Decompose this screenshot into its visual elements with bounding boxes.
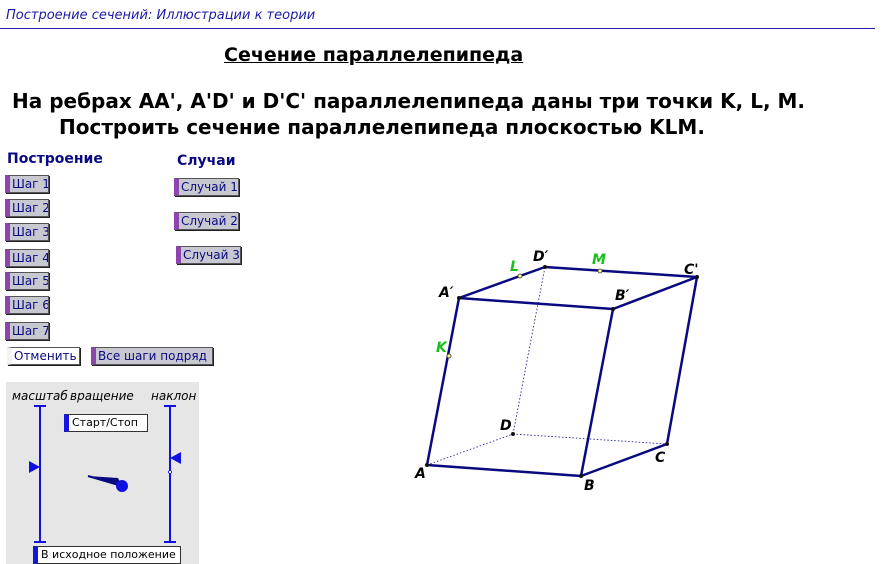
rotation-dial[interactable] xyxy=(87,475,128,492)
rotation-handle[interactable] xyxy=(116,480,128,492)
vertex-label-c1: C' xyxy=(684,262,699,278)
point-m xyxy=(597,268,603,274)
vertex-label-c: C xyxy=(655,450,666,466)
vertex-label-d1: D′ xyxy=(533,249,549,265)
vertex-label-a1: A′ xyxy=(438,285,454,301)
scale-slider-handle[interactable] xyxy=(29,461,40,473)
vertex-label-d: D xyxy=(500,418,512,434)
point-label-k: K xyxy=(436,340,448,356)
parallelepiped-edges xyxy=(425,265,699,478)
tilt-slider-handle[interactable] xyxy=(170,452,181,464)
vertex-label-a: A xyxy=(414,466,426,482)
tilt-slider[interactable] xyxy=(164,405,181,543)
drawing-layer: A B C D A′ B′ C' D′ K L M xyxy=(29,249,699,543)
section-points xyxy=(446,268,603,359)
point-label-l: L xyxy=(510,259,519,275)
vertex-label-b1: B′ xyxy=(615,288,630,304)
point-k xyxy=(446,353,452,359)
point-label-m: M xyxy=(592,252,606,268)
scale-slider[interactable] xyxy=(29,405,46,543)
vertex-dots xyxy=(425,265,699,478)
vertex-label-b: B xyxy=(584,478,595,494)
